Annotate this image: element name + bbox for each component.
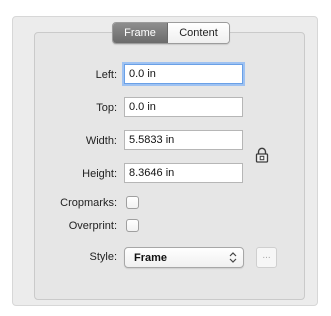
overprint-label: Overprint: xyxy=(68,220,117,232)
top-field[interactable] xyxy=(124,97,243,117)
height-field[interactable] xyxy=(124,163,243,183)
width-label: Width: xyxy=(85,135,117,147)
style-select-value: Frame xyxy=(134,252,168,264)
style-options-button[interactable]: ... xyxy=(256,247,277,268)
left-label: Left: xyxy=(95,69,117,81)
height-label: Height: xyxy=(82,168,117,180)
up-down-chevron-icon xyxy=(229,250,237,265)
tab-content[interactable]: Content xyxy=(168,23,229,43)
lock-icon[interactable] xyxy=(255,147,269,163)
left-field[interactable] xyxy=(124,64,243,84)
style-label: Style: xyxy=(89,251,117,263)
style-select[interactable]: Frame xyxy=(124,247,244,268)
width-field[interactable] xyxy=(124,130,243,150)
cropmarks-label: Cropmarks: xyxy=(60,197,117,209)
overprint-checkbox[interactable] xyxy=(126,219,139,232)
tab-bar: Frame Content xyxy=(112,22,230,44)
cropmarks-checkbox[interactable] xyxy=(126,196,139,209)
top-label: Top: xyxy=(96,102,117,114)
tab-frame[interactable]: Frame xyxy=(113,23,168,43)
